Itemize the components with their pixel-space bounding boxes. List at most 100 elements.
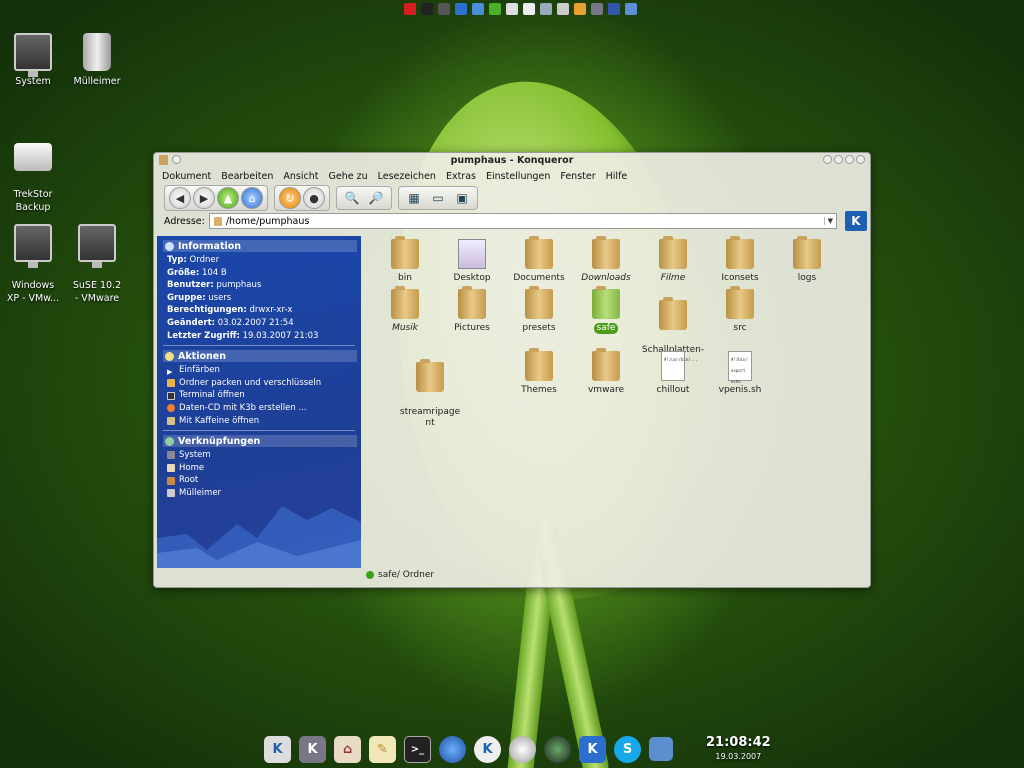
file-item[interactable]: src [704, 286, 776, 334]
menu-fenster[interactable]: Fenster [560, 171, 595, 182]
leaf-icon[interactable] [489, 3, 501, 15]
stop-button[interactable]: ● [303, 187, 325, 209]
file-item[interactable]: streamripage nt [394, 351, 466, 440]
folder-icon [525, 286, 553, 319]
system-icon[interactable]: K [299, 735, 326, 763]
status-bar: safe/ Ordner [366, 569, 434, 581]
menu-ansicht[interactable]: Ansicht [283, 171, 318, 182]
home-icon[interactable]: ⌂ [334, 735, 361, 763]
info-row: Gruppe: users [167, 292, 232, 303]
up-button[interactable]: ▲ [217, 187, 239, 209]
back-button[interactable]: ◀ [169, 187, 191, 209]
desktop-icon-suse-vm[interactable]: SuSE 10.2 - VMware [61, 211, 133, 318]
menu-lesezeichen[interactable]: Lesezeichen [378, 171, 436, 182]
window-menu-icon[interactable] [159, 155, 168, 165]
info-section-header[interactable]: Information [163, 240, 357, 252]
sound-mixer-icon[interactable] [591, 3, 603, 15]
monitor-icon[interactable] [540, 3, 552, 15]
network-icon[interactable] [472, 3, 484, 15]
kde-blue-icon[interactable]: K [579, 735, 606, 763]
link-system[interactable]: System [157, 449, 361, 462]
downloads-folder-icon [592, 236, 620, 269]
links-section-header[interactable]: Verknüpfungen [163, 435, 357, 448]
file-item[interactable]: Musik [369, 286, 441, 334]
file-item[interactable]: logs [771, 236, 843, 284]
close-button[interactable] [856, 155, 865, 164]
file-item[interactable]: Pictures [436, 286, 508, 334]
file-item[interactable]: Downloads [570, 236, 642, 284]
file-item[interactable]: #!/usr/bin/... chillout [637, 351, 709, 396]
hard-drive-icon [14, 143, 52, 171]
document-icon[interactable] [523, 3, 535, 15]
skype-icon[interactable]: S [614, 735, 641, 763]
menu-hilfe[interactable]: Hilfe [606, 171, 628, 182]
desktop-icon-windows-vm[interactable]: Windows XP - VMw... [0, 211, 69, 318]
action-open-terminal[interactable]: Terminal öffnen [157, 389, 361, 402]
clock[interactable]: 21:08:42 19.03.2007 [706, 735, 771, 761]
konqueror-window: pumphaus - Konqueror Dokument Bearbeiten… [153, 152, 871, 588]
file-item[interactable]: bin [369, 236, 441, 284]
minimize-button[interactable] [834, 155, 843, 164]
ruby-icon[interactable] [404, 3, 416, 15]
editor-icon[interactable]: ✎ [369, 735, 396, 763]
package-icon[interactable] [574, 3, 586, 15]
file-item[interactable]: #!/bin/ export echo vpenis.sh [704, 351, 776, 396]
kde-menu-icon[interactable]: K [264, 735, 291, 763]
computer-icon [14, 33, 52, 77]
kpp-icon[interactable] [608, 3, 620, 15]
gear-icon[interactable] [557, 3, 569, 15]
status-text: safe/ Ordner [378, 570, 435, 580]
volume-icon[interactable] [438, 3, 450, 15]
action-colorize[interactable]: ▶ Einfärben [157, 364, 361, 377]
desktop-icon-system[interactable]: System [0, 33, 69, 88]
menu-bearbeiten[interactable]: Bearbeiten [221, 171, 273, 182]
desktop-icon-trash[interactable]: Mülleimer [61, 33, 133, 88]
help-button[interactable] [823, 155, 832, 164]
zoom-out-icon[interactable]: 🔎 [365, 188, 387, 208]
action-pack-encrypt[interactable]: Ordner packen und verschlüsseln [157, 377, 361, 390]
address-label: Adresse: [164, 215, 205, 227]
amarok-icon[interactable] [544, 735, 571, 763]
link-root[interactable]: Root [157, 474, 361, 487]
download-icon[interactable] [455, 3, 467, 15]
links-icon [165, 436, 174, 446]
image-view-icon[interactable]: ▣ [451, 188, 473, 208]
titlebar[interactable]: pumphaus - Konqueror [154, 153, 870, 168]
actions-section-header[interactable]: Aktionen [163, 350, 357, 363]
file-item[interactable]: Iconsets [704, 236, 776, 284]
screen-icon[interactable] [625, 3, 637, 15]
folder-icon [793, 236, 821, 269]
action-k3b[interactable]: Daten-CD mit K3b erstellen ... [157, 402, 361, 415]
file-item[interactable]: Desktop [436, 239, 508, 284]
firefox-icon[interactable] [439, 735, 466, 763]
detail-view-icon[interactable]: ▭ [427, 188, 449, 208]
globe-icon[interactable] [509, 735, 536, 763]
file-item[interactable]: Filme [637, 236, 709, 284]
network-icon[interactable] [649, 737, 673, 761]
chevron-down-icon[interactable]: ▼ [823, 217, 836, 225]
menu-dokument[interactable]: Dokument [162, 171, 211, 182]
menu-extras[interactable]: Extras [446, 171, 476, 182]
reload-button[interactable]: ↻ [279, 187, 301, 209]
info-row: Geändert: 03.02.2007 21:54 [167, 317, 294, 328]
menu-gehe-zu[interactable]: Gehe zu [328, 171, 367, 182]
action-kaffeine[interactable]: Mit Kaffeine öffnen [157, 415, 361, 428]
zoom-in-icon[interactable]: 🔍 [341, 188, 363, 208]
forward-button[interactable]: ▶ [193, 187, 215, 209]
sticky-button[interactable] [172, 155, 181, 164]
menu-einstellungen[interactable]: Einstellungen [486, 171, 550, 182]
file-item[interactable]: vmware [570, 348, 642, 396]
file-item-selected[interactable]: safe [570, 286, 642, 334]
home-button[interactable]: ⌂ [241, 187, 263, 209]
file-item[interactable]: Themes [503, 348, 575, 396]
terminal-icon[interactable]: >_ [404, 735, 431, 763]
icon-view-icon[interactable]: ▦ [403, 188, 425, 208]
keyboard-layout-icon[interactable] [421, 3, 433, 15]
konqueror-icon[interactable]: K [474, 735, 501, 763]
clipboard-icon[interactable] [506, 3, 518, 15]
file-item[interactable]: Documents [503, 236, 575, 284]
link-home[interactable]: Home [157, 462, 361, 475]
address-input[interactable]: /home/pumphaus ▼ [208, 213, 837, 229]
maximize-button[interactable] [845, 155, 854, 164]
file-item[interactable]: presets [503, 286, 575, 334]
